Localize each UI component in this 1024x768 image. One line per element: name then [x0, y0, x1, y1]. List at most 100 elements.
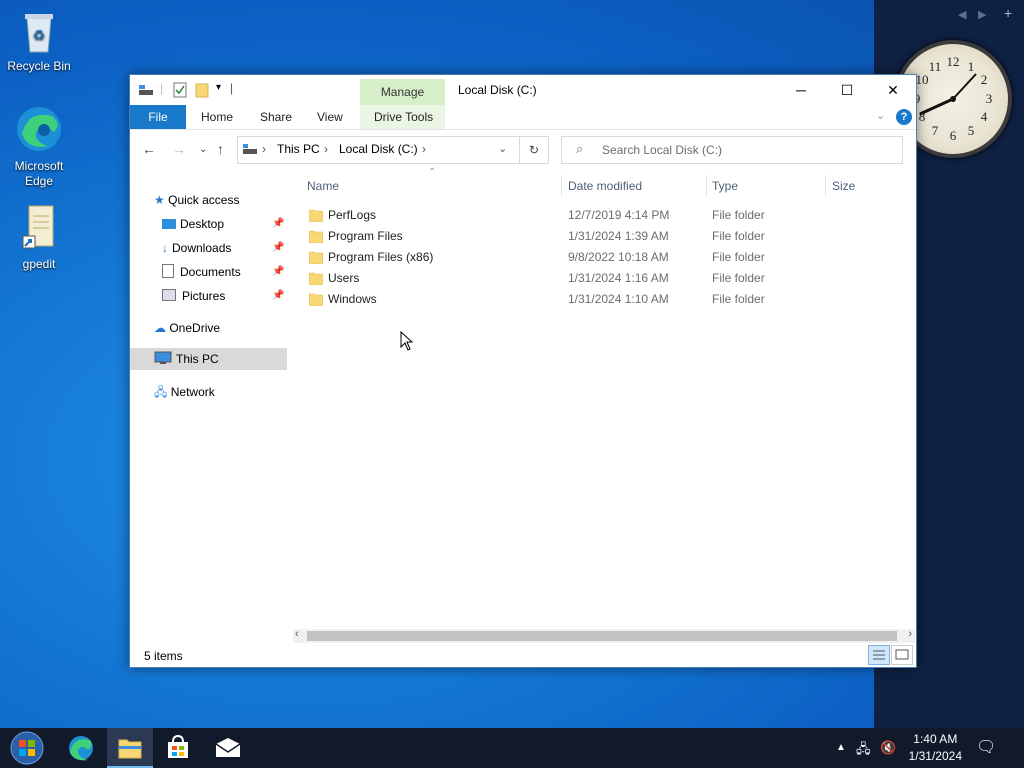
taskbar: ▲ 🖧 🔇 1:40 AM 1/31/2024 🗨	[0, 728, 1024, 768]
table-row[interactable]: PerfLogs 12/7/2019 4:14 PM File folder	[293, 205, 915, 226]
details-view-button[interactable]	[868, 645, 890, 665]
start-button[interactable]	[4, 728, 50, 768]
clock-numeral: 3	[986, 91, 993, 106]
breadcrumb-local-disk[interactable]: Local Disk (C:)	[339, 142, 418, 156]
recent-locations-icon[interactable]: ⌄	[199, 144, 207, 155]
properties-icon[interactable]	[173, 82, 187, 101]
scroll-left-icon[interactable]: ‹	[295, 628, 299, 640]
show-hidden-icons-icon[interactable]: ▲	[836, 742, 846, 753]
add-gadget-icon[interactable]: +	[1004, 5, 1012, 21]
system-clock[interactable]: 1:40 AM 1/31/2024	[909, 731, 962, 765]
edge-icon	[69, 736, 93, 761]
cloud-icon: ☁	[154, 321, 166, 335]
column-header-date[interactable]: Date modified	[568, 179, 642, 193]
pictures-icon	[162, 289, 176, 301]
desktop-icon-edge[interactable]: Microsoft Edge	[4, 104, 74, 189]
volume-muted-icon[interactable]: 🔇	[880, 740, 896, 756]
chevron-right-icon: ›	[324, 142, 328, 156]
help-icon[interactable]: ?	[896, 109, 912, 125]
nav-label: This PC	[176, 352, 219, 366]
expand-ribbon-icon[interactable]: ⌄	[876, 109, 885, 122]
column-header-size[interactable]: Size	[832, 179, 855, 193]
clock-date: 1/31/2024	[908, 749, 962, 763]
store-bag-icon	[168, 734, 188, 758]
back-arrow-icon[interactable]: ←	[142, 141, 156, 157]
file-date: 9/8/2022 10:18 AM	[568, 250, 669, 264]
column-divider	[561, 175, 562, 197]
taskbar-store[interactable]	[155, 728, 201, 768]
document-icon	[162, 264, 174, 278]
horizontal-scrollbar[interactable]: ‹ ›	[293, 628, 915, 643]
column-divider	[825, 175, 826, 197]
maximize-button[interactable]: ☐	[824, 75, 870, 105]
tab-home[interactable]: Home	[201, 105, 233, 129]
file-name: Program Files (x86)	[328, 250, 434, 264]
nav-downloads[interactable]: ↓ Downloads 📌	[162, 237, 287, 259]
next-gadget-icon[interactable]: ▶	[978, 8, 986, 21]
tab-file[interactable]: File	[130, 105, 186, 129]
sort-ascending-icon: ⌃	[428, 167, 437, 178]
minimize-button[interactable]: ─	[778, 75, 824, 105]
pin-icon: 📌	[272, 218, 285, 229]
nav-network[interactable]: 🖧 Network	[154, 381, 215, 403]
large-icons-view-button[interactable]	[891, 645, 913, 665]
file-date: 1/31/2024 1:39 AM	[568, 229, 669, 243]
search-box[interactable]: ⌕ Search Local Disk (C:)	[561, 136, 903, 164]
column-header-name[interactable]: Name	[307, 179, 339, 193]
folder-icon	[309, 272, 323, 285]
column-header-type[interactable]: Type	[712, 179, 738, 193]
file-type: File folder	[712, 250, 765, 264]
desktop-icon-recycle-bin[interactable]: ♻ Recycle Bin	[4, 8, 74, 73]
new-folder-icon[interactable]	[194, 82, 210, 101]
table-row[interactable]: Program Files (x86) 9/8/2022 10:18 AM Fi…	[293, 247, 915, 268]
separator: |	[230, 81, 234, 95]
previous-gadget-icon[interactable]: ◀	[958, 8, 966, 21]
customize-toolbar-icon[interactable]: ▾	[216, 82, 221, 93]
breadcrumb-this-pc[interactable]: This PC	[277, 142, 320, 156]
desktop-icon-gpedit[interactable]: gpedit	[4, 204, 74, 271]
table-row[interactable]: Windows 1/31/2024 1:10 AM File folder	[293, 289, 915, 310]
scrollbar-thumb[interactable]	[307, 631, 897, 641]
ribbon-tabs: File Home Share View Drive Tools ⌄ ?	[130, 105, 916, 130]
forward-arrow-icon[interactable]: →	[172, 141, 186, 157]
refresh-button[interactable]: ↻	[519, 136, 549, 164]
nav-this-pc[interactable]: This PC	[130, 348, 287, 370]
table-row[interactable]: Users 1/31/2024 1:16 AM File folder	[293, 268, 915, 289]
scroll-right-icon[interactable]: ›	[908, 628, 912, 640]
table-row[interactable]: Program Files 1/31/2024 1:39 AM File fol…	[293, 226, 915, 247]
mail-icon	[215, 738, 241, 757]
address-dropdown-icon[interactable]: ⌄	[498, 142, 507, 155]
nav-pictures[interactable]: Pictures 📌	[162, 285, 287, 307]
network-status-icon[interactable]: 🖧	[856, 740, 871, 762]
nav-label: Documents	[180, 265, 241, 279]
file-type: File folder	[712, 208, 765, 222]
chevron-right-icon: ›	[262, 142, 266, 156]
taskbar-edge[interactable]	[58, 728, 104, 768]
clock-numeral: 12	[947, 54, 960, 69]
tab-view[interactable]: View	[317, 105, 343, 129]
taskbar-file-explorer[interactable]	[107, 728, 153, 768]
tab-drive-tools[interactable]: Drive Tools	[374, 105, 433, 129]
address-bar[interactable]: › This PC › Local Disk (C:) › ⌄	[237, 136, 549, 164]
column-divider	[706, 175, 707, 197]
nav-desktop[interactable]: Desktop 📌	[162, 213, 287, 235]
close-button[interactable]: ✕	[870, 75, 916, 105]
search-input[interactable]: Search Local Disk (C:)	[602, 143, 722, 157]
taskbar-mail[interactable]	[205, 728, 251, 768]
desktop-icon-label: Microsoft Edge	[14, 159, 64, 188]
desktop-icon-label: Recycle Bin	[7, 59, 71, 73]
notifications-icon[interactable]: 🗨	[976, 737, 996, 757]
drive-quick-icon[interactable]	[138, 83, 154, 100]
nav-quick-access[interactable]: ★ Quick access	[154, 189, 239, 211]
navigation-bar: ← → ⌄ ↑ › This PC › Local Disk (C:) › ⌄ …	[130, 133, 916, 167]
file-name: PerfLogs	[328, 208, 377, 222]
title-bar[interactable]: | ▾ | Manage Local Disk (C:) ─ ☐ ✕	[130, 75, 916, 105]
tab-share[interactable]: Share	[260, 105, 292, 129]
up-arrow-icon[interactable]: ↑	[217, 141, 224, 157]
nav-documents[interactable]: Documents 📌	[162, 261, 287, 283]
window-title: Local Disk (C:)	[458, 83, 537, 97]
folder-icon	[309, 251, 323, 264]
nav-onedrive[interactable]: ☁ OneDrive	[154, 317, 220, 339]
file-explorer-window: | ▾ | Manage Local Disk (C:) ─ ☐ ✕ File …	[129, 74, 917, 668]
manage-contextual-tab[interactable]: Manage	[360, 79, 445, 105]
